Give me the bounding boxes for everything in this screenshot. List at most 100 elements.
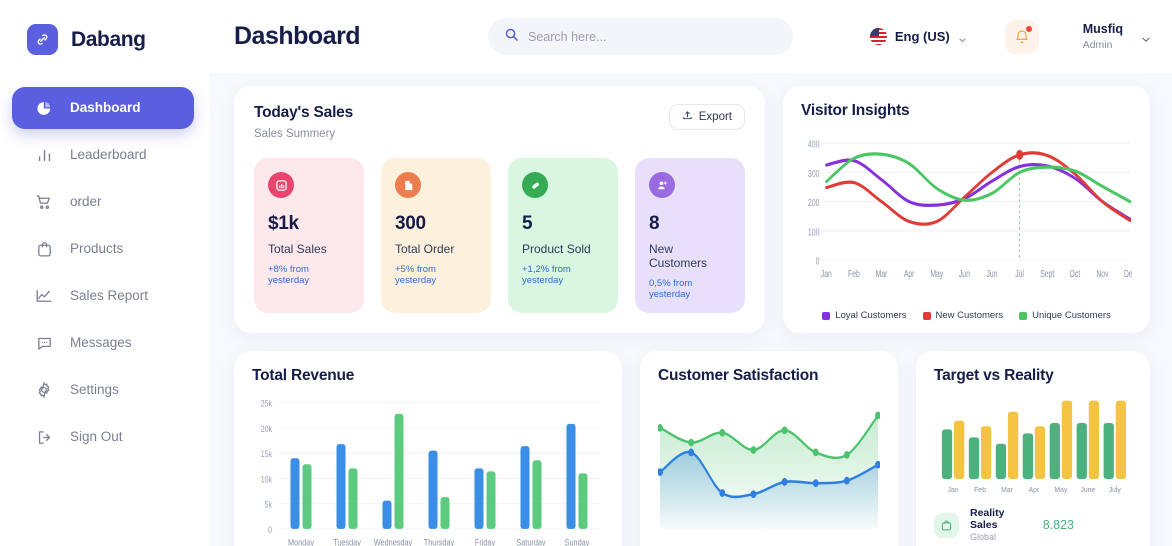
sidebar-item-products[interactable]: Products — [12, 228, 194, 270]
stat-tile-total-order[interactable]: 300 Total Order +5% from yesterday — [381, 158, 491, 313]
svg-text:20k: 20k — [261, 424, 273, 434]
sidebar-item-sales-report[interactable]: Sales Report — [12, 275, 194, 317]
stat-delta: +8% from yesterday — [268, 264, 310, 286]
svg-text:Tuesday: Tuesday — [333, 537, 361, 546]
total-revenue-chart: 0 5k 10k 15k 20k 25k Monday Tuesday Wednesday Thu… — [252, 395, 604, 546]
stat-tiles: $1k Total Sales +8% from yesterday 300 T… — [254, 158, 745, 313]
page-title: Dashboard — [234, 22, 361, 50]
stat-delta: 0,5% from yesterday — [649, 278, 693, 300]
stat-tile-product-sold[interactable]: 5 Product Sold +1,2% from yesterday — [508, 158, 618, 313]
svg-text:Nov: Nov — [1096, 267, 1109, 279]
svg-text:Apr: Apr — [904, 267, 915, 279]
svg-text:200: 200 — [808, 197, 820, 209]
total-revenue-card: Total Revenue 0 5k 10k 15k 20k 25k Monday Tuesd… — [234, 351, 622, 546]
card-title: Total Revenue — [252, 367, 355, 384]
main-area: Dashboard Eng (US) — [210, 0, 1172, 546]
svg-text:May: May — [1054, 487, 1067, 494]
sidebar-item-leaderboard[interactable]: Leaderboard — [12, 134, 194, 176]
stat-value: 8 — [649, 213, 660, 234]
notifications-button[interactable] — [1004, 19, 1039, 54]
svg-text:Apr: Apr — [1029, 487, 1040, 494]
legend-item: Unique Customers — [1019, 310, 1111, 321]
us-flag-icon — [869, 28, 887, 45]
customer-satisfaction-chart — [657, 395, 881, 542]
svg-text:0: 0 — [816, 255, 820, 267]
stat-label: Product Sold — [522, 242, 591, 256]
profile-name: Musfiq — [1082, 21, 1123, 36]
bar-chart-icon — [268, 172, 294, 198]
legend-item: Loyal Customers — [822, 310, 907, 321]
sidebar-item-label: Dashboard — [70, 100, 141, 116]
dashboard-row-1: Today's Sales Sales Summery Export $1k T… — [234, 86, 1150, 333]
svg-text:Sept: Sept — [1040, 267, 1055, 279]
legend-item: New Customers — [922, 310, 1004, 321]
bag-icon — [934, 512, 959, 538]
dashboard-app: Dabang Dashboard Leaderboard order Produ… — [0, 0, 1172, 546]
svg-text:Monday: Monday — [288, 537, 315, 546]
svg-text:Des: Des — [1124, 267, 1132, 279]
sidebar-item-label: Leaderboard — [70, 147, 147, 163]
card-title: Target vs Reality — [934, 367, 1054, 384]
chat-icon — [34, 333, 54, 353]
profile-texts: Musfiq Admin — [1083, 21, 1123, 52]
stat-tile-new-customers[interactable]: 8 New Customers 0,5% from yesterday — [635, 158, 745, 313]
document-icon — [395, 172, 421, 198]
brand-logo-icon — [27, 24, 58, 55]
svg-text:Thursday: Thursday — [424, 537, 455, 546]
svg-text:Jan: Jan — [821, 267, 832, 279]
svg-text:Jan: Jan — [948, 487, 959, 494]
search-input[interactable] — [528, 29, 777, 44]
card-title: Today's Sales — [254, 104, 354, 121]
legend-swatch — [822, 311, 831, 320]
sidebar-item-dashboard[interactable]: Dashboard — [12, 87, 194, 129]
svg-text:Wednesday: Wednesday — [374, 537, 413, 546]
sidebar-item-label: Sign Out — [70, 429, 123, 445]
chevron-down-icon — [1141, 32, 1150, 42]
sidebar-item-label: Sales Report — [70, 288, 149, 304]
chevron-down-icon — [958, 32, 967, 43]
target-vs-reality-chart: Jan Feb Mar Apr May June July — [934, 395, 1132, 502]
search-bar[interactable] — [488, 18, 793, 55]
tvr-name: Reality Sales — [970, 507, 1005, 531]
legend-label: New Customers — [935, 310, 1004, 321]
sidebar-item-sign-out[interactable]: Sign Out — [12, 416, 194, 458]
customer-satisfaction-card: Customer Satisfaction Last Month — [640, 351, 898, 546]
sidebar-item-order[interactable]: order — [12, 181, 194, 223]
sidebar-nav: Dashboard Leaderboard order Products Sal… — [0, 87, 210, 458]
stat-label: New Customers — [649, 242, 708, 270]
export-icon — [682, 110, 693, 124]
stat-label: Total Sales — [268, 242, 327, 256]
pie-chart-icon — [34, 98, 54, 118]
tvr-value: 8.823 — [1042, 518, 1074, 533]
todays-sales-header: Today's Sales Sales Summery Export — [254, 104, 745, 140]
stat-delta: +1,2% from yesterday — [522, 264, 571, 286]
svg-text:Oct: Oct — [1070, 267, 1081, 279]
svg-text:Jun: Jun — [959, 267, 970, 279]
gear-icon — [34, 380, 54, 400]
stat-tile-total-sales[interactable]: $1k Total Sales +8% from yesterday — [254, 158, 364, 313]
sidebar-item-messages[interactable]: Messages — [12, 322, 194, 364]
language-selector[interactable]: Eng (US) — [869, 28, 967, 45]
target-vs-reality-rows: Reality Sales Global 8.823 Target Sales — [934, 507, 1132, 546]
profile-menu[interactable]: Musfiq Admin — [1083, 21, 1150, 52]
sidebar-item-settings[interactable]: Settings — [12, 369, 194, 411]
stat-label: Total Order — [395, 242, 455, 256]
legend-label: Loyal Customers — [835, 310, 907, 321]
visitor-insights-card: Visitor Insights 0 100 200 300 400 Jan Feb Mar A… — [783, 86, 1150, 333]
card-title: Customer Satisfaction — [658, 367, 819, 384]
stat-delta: +5% from yesterday — [395, 264, 437, 286]
sidebar-item-label: Products — [70, 241, 124, 257]
language-label: Eng (US) — [894, 29, 950, 44]
svg-text:Feb: Feb — [848, 267, 860, 279]
sidebar-item-label: order — [70, 194, 102, 210]
brand[interactable]: Dabang — [0, 0, 210, 55]
tag-icon — [522, 172, 548, 198]
sidebar-item-label: Messages — [70, 335, 132, 351]
export-button[interactable]: Export — [668, 104, 745, 130]
dashboard-row-2: Total Revenue 0 5k 10k 15k 20k 25k Monday Tuesd… — [234, 351, 1150, 546]
line-chart-icon — [34, 286, 54, 306]
legend-swatch — [922, 311, 931, 320]
bar-chart-icon — [34, 145, 54, 165]
user-plus-icon — [649, 172, 675, 198]
topbar: Dashboard Eng (US) — [210, 0, 1172, 73]
